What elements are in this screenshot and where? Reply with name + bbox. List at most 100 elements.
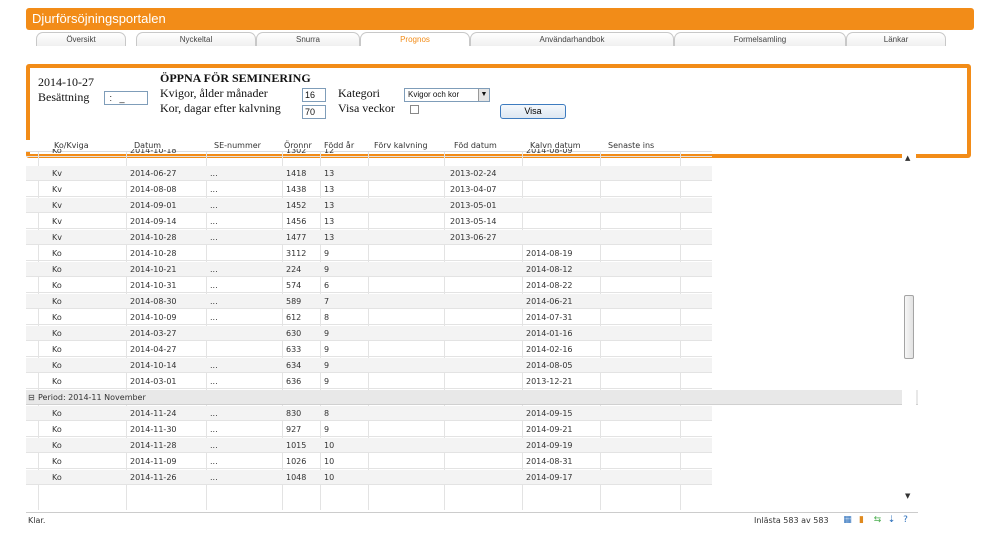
cell-kalvn: 2014-06-21: [526, 297, 573, 306]
table-row[interactable]: Ko 2014-11-26... 1048 10 2014-09-17: [26, 470, 712, 485]
download-icon[interactable]: ⇣: [886, 515, 897, 526]
cell-date: 2014-03-27: [130, 329, 177, 338]
cell-kind: Ko: [52, 249, 62, 258]
table-row[interactable]: Ko 2014-10-09... 612 8 2014-07-31: [26, 310, 712, 325]
table-row[interactable]: Ko 2014-03-01... 636 9 2013-12-21: [26, 374, 712, 389]
table-row[interactable]: Kv 2014-08-08... 1438 13 2013-04-07: [26, 182, 712, 197]
besattning-input[interactable]: : _: [104, 91, 148, 105]
cell-fodd: 8: [324, 313, 330, 322]
tab-prognos[interactable]: Prognos: [360, 32, 470, 46]
cell-foddat: 2013-04-07: [450, 185, 497, 194]
cell-se: ...: [210, 441, 218, 450]
cell-se: ...: [210, 313, 218, 322]
group-label: Period: 2014-11 November: [38, 393, 146, 402]
cell-kind: Ko: [52, 265, 62, 274]
visa-button[interactable]: Visa: [500, 104, 566, 119]
cell-kalvn: 2014-07-31: [526, 313, 573, 322]
cell-fodd: 10: [324, 473, 335, 482]
cell-kind: Kv: [52, 169, 62, 178]
cell-date: 2014-10-14: [130, 361, 177, 370]
table-row[interactable]: Ko 2014-11-09... 1026 10 2014-08-31: [26, 454, 712, 469]
cell-date: 2014-06-27: [130, 169, 177, 178]
cell-date: 2014-04-27: [130, 345, 177, 354]
cell-date: 2014-09-01: [130, 201, 177, 210]
table-row[interactable]: Ko 2014-11-30... 927 9 2014-09-21: [26, 422, 712, 437]
kor-label: Kor, dagar efter kalvning: [160, 101, 281, 115]
minus-box-icon[interactable]: ⊟: [28, 393, 35, 402]
table-row[interactable]: Ko 2014-11-24... 830 8 2014-09-15: [26, 406, 712, 421]
kvigor-label: Kvigor, ålder månader: [160, 86, 268, 100]
table-row[interactable]: Ko 2014-04-27 633 9 2014-02-16: [26, 342, 712, 357]
table-row[interactable]: Ko 2014-10-31... 574 6 2014-08-22: [26, 278, 712, 293]
kategori-select[interactable]: Kvigor och kor ▼: [404, 88, 490, 102]
cell-kind: Kv: [52, 185, 62, 194]
cell-se: ...: [210, 297, 218, 306]
tab-nyckeltal[interactable]: Nyckeltal: [136, 32, 256, 46]
table-row[interactable]: Ko 2014-08-30... 589 7 2014-06-21: [26, 294, 712, 309]
panel-date: 2014-10-27: [38, 75, 94, 89]
table-row[interactable]: Ko 2014-03-27 630 9 2014-01-16: [26, 326, 712, 341]
cell-kalvn: 2014-09-19: [526, 441, 573, 450]
filter-icon[interactable]: ⇆: [872, 515, 883, 526]
tab-oversikt[interactable]: Översikt: [36, 32, 126, 46]
cell-se: ...: [210, 361, 218, 370]
prognos-grid: Ko/Kviga Datum SE-nummer Öronnr Född år …: [26, 140, 918, 510]
cell-fodd: 9: [324, 249, 330, 258]
cell-se: ...: [210, 201, 218, 210]
cell-fodd: 13: [324, 185, 335, 194]
cell-se: ...: [210, 409, 218, 418]
visa-veckor-checkbox[interactable]: [410, 105, 419, 114]
tab-formelsamling[interactable]: Formelsamling: [674, 32, 846, 46]
cell-kind: Kv: [52, 233, 62, 242]
cell-kalvn: 2014-09-21: [526, 425, 573, 434]
vertical-scrollbar[interactable]: ▲ ▼: [902, 140, 916, 512]
cell-kind: Ko: [52, 441, 62, 450]
cell-kind: Ko: [52, 377, 62, 386]
cell-kalvn: 2014-08-31: [526, 457, 573, 466]
cell-oronnr: 1048: [286, 473, 307, 482]
table-row[interactable]: Ko 2014-10-14... 634 9 2014-08-05: [26, 358, 712, 373]
table-icon[interactable]: ▦: [842, 515, 853, 526]
table-row[interactable]: Kv 2014-06-27... 1418 13 2013-02-24: [26, 166, 712, 181]
kor-input[interactable]: 70: [302, 105, 326, 119]
group-row-november[interactable]: ⊟ Period: 2014-11 November: [26, 390, 918, 405]
cell-oronnr: 630: [286, 329, 302, 338]
cell-foddat: 2013-05-14: [450, 217, 497, 226]
table-row[interactable]: Ko 2014-10-28 3112 9 2014-08-19: [26, 246, 712, 261]
scroll-up-icon[interactable]: ▲: [905, 154, 910, 162]
cell-se: ...: [210, 281, 218, 290]
table-row[interactable]: Ko 2014-10-18 1302 12 2014-08-09: [26, 149, 712, 157]
tab-lankar[interactable]: Länkar: [846, 32, 946, 46]
cell-foddat: 2013-05-01: [450, 201, 497, 210]
table-row[interactable]: Ko 2014-11-28... 1015 10 2014-09-19: [26, 438, 712, 453]
table-row[interactable]: Kv 2014-10-28... 1477 13 2013-06-27: [26, 230, 712, 245]
table-row[interactable]: Ko 2014-10-21... 224 9 2014-08-12: [26, 262, 712, 277]
cell-kalvn: 2014-09-17: [526, 473, 573, 482]
cell-oronnr: 3112: [286, 249, 307, 258]
table-row[interactable]: Kv 2014-09-14... 1456 13 2013-05-14: [26, 214, 712, 229]
tab-snurra[interactable]: Snurra: [256, 32, 360, 46]
kategori-value: Kvigor och kor: [408, 90, 460, 99]
cell-kalvn: 2014-08-22: [526, 281, 573, 290]
cell-oronnr: 1477: [286, 233, 307, 242]
cell-se: ...: [210, 185, 218, 194]
scroll-thumb[interactable]: [904, 295, 914, 359]
chart-icon[interactable]: ▮: [856, 515, 867, 526]
help-icon[interactable]: ?: [900, 515, 911, 526]
tab-anvandarhandbok[interactable]: Användarhandbok: [470, 32, 674, 46]
cell-kind: Kv: [52, 201, 62, 210]
cell-se: ...: [210, 265, 218, 274]
cell-kind: Ko: [52, 313, 62, 322]
cell-se: ...: [210, 377, 218, 386]
panel-heading: ÖPPNA FÖR SEMINERING: [160, 71, 311, 85]
cell-fodd: 10: [324, 441, 335, 450]
cell-se: ...: [210, 217, 218, 226]
kvigor-input[interactable]: 16: [302, 88, 326, 102]
cell-date: 2014-10-31: [130, 281, 177, 290]
cell-kind: Ko: [52, 473, 62, 482]
app-title: Djurförsöjningsportalen: [32, 11, 166, 26]
table-row[interactable]: Kv 2014-09-01... 1452 13 2013-05-01: [26, 198, 712, 213]
scroll-down-icon[interactable]: ▼: [905, 492, 910, 500]
cell-kind: Ko: [52, 409, 62, 418]
cell-kalvn: 2014-01-16: [526, 329, 573, 338]
